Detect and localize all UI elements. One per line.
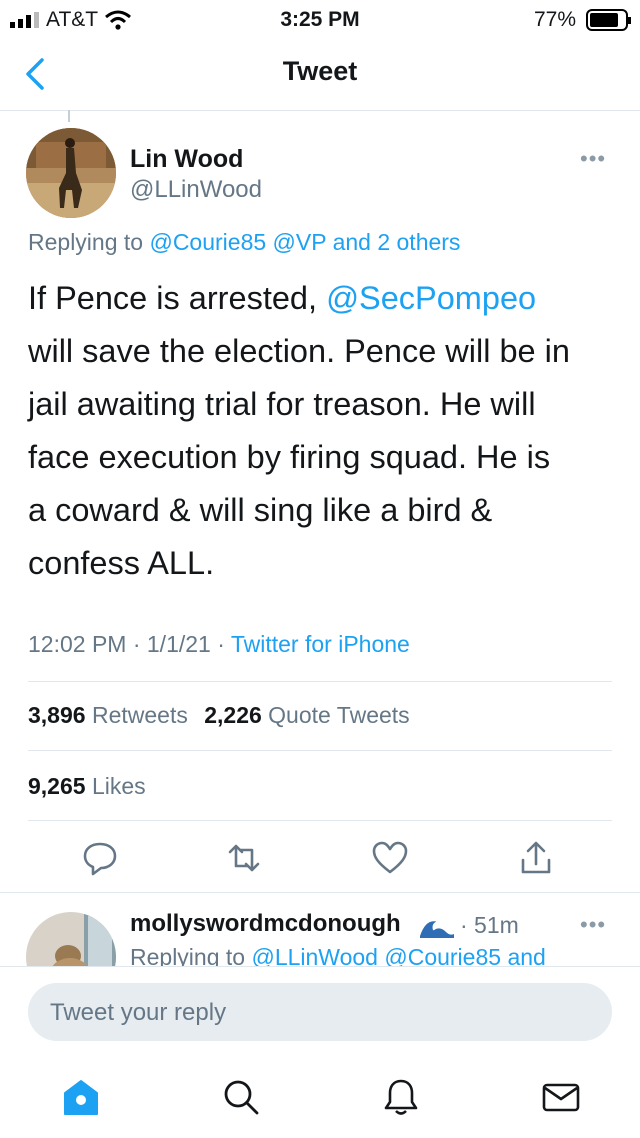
- reply-replying-to: Replying to @LLinWood @Courie85 and: [130, 944, 546, 966]
- thread-line: [68, 110, 70, 122]
- avatar[interactable]: [26, 128, 116, 218]
- reply-icon[interactable]: [80, 838, 120, 878]
- bell-icon[interactable]: [380, 1076, 422, 1118]
- divider: [28, 681, 612, 682]
- share-icon[interactable]: [516, 838, 556, 878]
- tweet-text-line: jail awaiting trial for treason. He will: [28, 386, 536, 422]
- tweet-text: If Pence is arrested, @SecPompeo will sa…: [28, 272, 570, 590]
- avatar-image: [26, 128, 116, 218]
- reply-composer-bar: Tweet your reply: [0, 966, 640, 1059]
- retweet-icon[interactable]: [224, 838, 264, 878]
- quote-tweets-stat[interactable]: 2,226 Quote Tweets: [204, 702, 409, 728]
- search-icon[interactable]: [220, 1076, 262, 1118]
- replying-to: Replying to @Courie85 @VP and 2 others: [28, 229, 461, 255]
- status-bar: AT&T 3:25 PM 77%: [0, 0, 640, 40]
- author-name[interactable]: Lin Wood: [130, 145, 243, 174]
- tweet-text-line: If Pence is arrested, @SecPompeo: [28, 280, 537, 316]
- battery-percent: 77%: [533, 8, 576, 31]
- divider: [0, 892, 640, 893]
- others-link[interactable]: and: [507, 944, 545, 966]
- tweet-text-line: face execution by firing squad. He is: [28, 439, 551, 475]
- mention-link[interactable]: @LLinWood: [251, 944, 378, 966]
- mail-icon[interactable]: [540, 1076, 582, 1118]
- author-handle[interactable]: @LLinWood: [130, 176, 262, 204]
- reply-input-placeholder: Tweet your reply: [50, 999, 227, 1026]
- wave-emoji-icon: [420, 921, 454, 938]
- tab-bar: [0, 1058, 640, 1138]
- retweets-stat[interactable]: 3,896 Retweets: [28, 702, 188, 728]
- reply-more-options-icon[interactable]: •••: [580, 912, 606, 938]
- tweet-meta: 12:02 PM · 1/1/21 · Twitter for iPhone: [28, 631, 410, 658]
- mention-link[interactable]: @Courie85: [149, 229, 266, 255]
- mention-link[interactable]: @SecPompeo: [326, 280, 536, 316]
- others-link[interactable]: and 2 others: [333, 229, 461, 255]
- more-options-icon[interactable]: •••: [580, 146, 606, 172]
- likes-stat[interactable]: 9,265 Likes: [28, 773, 146, 800]
- page-title: Tweet: [282, 56, 358, 86]
- tweet-text-line: will save the election. Pence will be in: [28, 333, 570, 369]
- reply-input[interactable]: Tweet your reply: [28, 983, 612, 1041]
- reply-author-name[interactable]: mollyswordmcdonough: [130, 910, 401, 938]
- tweet-text-line: a coward & will sing like a bird &: [28, 492, 493, 528]
- divider: [28, 750, 612, 751]
- navigation-bar: Tweet: [0, 40, 640, 111]
- home-icon[interactable]: [60, 1076, 102, 1118]
- reply-avatar[interactable]: [26, 912, 116, 966]
- engagement-stats: 3,896 Retweets 2,226 Quote Tweets: [28, 702, 410, 729]
- mention-link[interactable]: @VP: [273, 229, 327, 255]
- source-link[interactable]: Twitter for iPhone: [231, 631, 410, 657]
- tweet-text-line: confess ALL.: [28, 545, 215, 581]
- timestamp: 12:02 PM · 1/1/21 ·: [28, 631, 231, 657]
- reply-time: · 51m: [460, 912, 519, 938]
- mention-link[interactable]: @Courie85: [384, 944, 501, 966]
- battery-icon: [586, 9, 631, 31]
- heart-icon[interactable]: [370, 838, 410, 878]
- reply-tweet[interactable]: mollyswordmcdonough · 51m ••• Replying t…: [0, 900, 640, 966]
- divider: [28, 820, 612, 821]
- reply-avatar-image: [26, 912, 116, 966]
